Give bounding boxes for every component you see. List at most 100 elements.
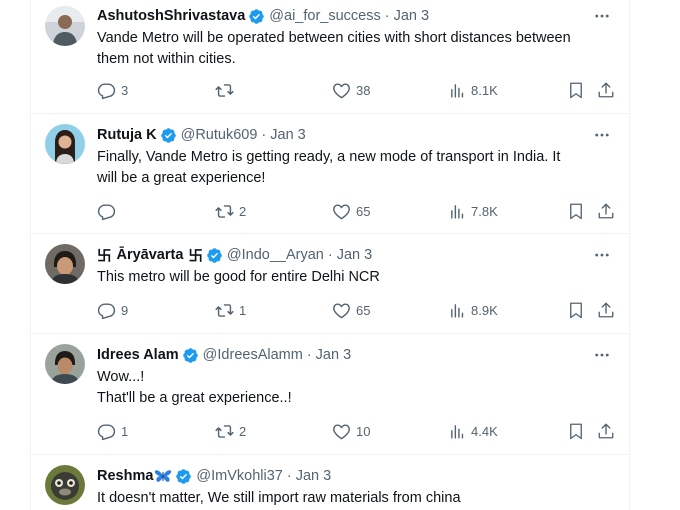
reply-button[interactable]: 1 xyxy=(97,421,128,441)
author-handle[interactable]: @Rutuk609 xyxy=(181,127,258,143)
bar-chart-icon xyxy=(449,203,466,220)
bookmark-button[interactable] xyxy=(567,421,585,441)
author-handle[interactable]: @IdreesAlamm xyxy=(203,347,303,363)
verified-badge-icon xyxy=(175,468,192,485)
verified-badge-icon xyxy=(160,127,177,144)
avatar[interactable] xyxy=(45,344,85,384)
tweet-text: Finally, Vande Metro is getting ready, a… xyxy=(97,147,617,189)
tweet-text-line: Finally, Vande Metro is getting ready, a… xyxy=(97,149,561,165)
separator-dot: · xyxy=(327,247,333,263)
author-name[interactable]: Reshma xyxy=(97,468,153,484)
share-upload-icon xyxy=(597,202,615,220)
author-handle[interactable]: @Indo__Aryan xyxy=(227,247,324,263)
tweet-text-line: Vande Metro will be operated between cit… xyxy=(97,30,571,46)
tweet-text: Vande Metro will be operated between cit… xyxy=(97,28,617,70)
view-count: 4.4K xyxy=(471,423,498,439)
avatar[interactable] xyxy=(45,244,85,284)
author-handle[interactable]: @ai_for_success xyxy=(269,8,380,24)
tweet[interactable]: AshutoshShrivastava @ai_for_success · Ja… xyxy=(31,0,629,114)
more-options-button[interactable] xyxy=(591,6,613,26)
retweet-count: 1 xyxy=(239,302,247,318)
reply-button[interactable]: 9 xyxy=(97,300,128,320)
tweet-actions: 2 65 7.8K xyxy=(97,201,621,221)
tweet-date[interactable]: Jan 3 xyxy=(296,468,331,484)
more-options-button[interactable] xyxy=(591,245,613,265)
author-name[interactable]: Āryāvarta xyxy=(117,247,184,263)
tweet-header: AshutoshShrivastava @ai_for_success · Ja… xyxy=(97,6,429,26)
tweet-text-line: That'll be a great experience..! xyxy=(97,390,292,406)
bar-chart-icon xyxy=(449,82,466,99)
more-dots-icon xyxy=(593,126,611,144)
reply-button[interactable]: 3 xyxy=(97,80,128,100)
tweet-date[interactable]: Jan 3 xyxy=(337,247,372,263)
bookmark-button[interactable] xyxy=(567,80,585,100)
tweet-date[interactable]: Jan 3 xyxy=(394,8,429,24)
like-button[interactable]: 65 xyxy=(332,300,370,320)
more-dots-icon xyxy=(593,246,611,264)
retweet-arrows-icon xyxy=(215,81,234,100)
retweet-arrows-icon xyxy=(215,202,234,221)
bookmark-icon xyxy=(567,301,585,319)
views-button[interactable]: 8.1K xyxy=(449,80,498,100)
retweet-button[interactable] xyxy=(215,80,234,100)
like-button[interactable]: 65 xyxy=(332,201,370,221)
tweet-header: Rutuja K @Rutuk609 · Jan 3 xyxy=(97,125,306,145)
avatar[interactable] xyxy=(45,6,85,46)
like-count: 65 xyxy=(356,302,371,318)
retweet-arrows-icon xyxy=(215,422,234,441)
author-name-suffix-symbol: 卐 xyxy=(188,248,203,265)
views-button[interactable]: 7.8K xyxy=(449,201,498,221)
verified-badge-icon xyxy=(206,247,223,264)
retweet-count: 2 xyxy=(239,203,247,219)
verified-badge-icon xyxy=(182,347,199,364)
more-options-button[interactable] xyxy=(591,345,613,365)
bookmark-button[interactable] xyxy=(567,300,585,320)
bookmark-button[interactable] xyxy=(567,201,585,221)
like-button[interactable]: 38 xyxy=(332,80,370,100)
more-dots-icon xyxy=(593,7,611,25)
bar-chart-icon xyxy=(449,302,466,319)
more-dots-icon xyxy=(593,346,611,364)
like-count: 65 xyxy=(356,203,371,219)
tweet-date[interactable]: Jan 3 xyxy=(270,127,305,143)
views-button[interactable]: 8.9K xyxy=(449,300,498,320)
tweet[interactable]: Idrees Alam @IdreesAlamm · Jan 3 Wow...!… xyxy=(31,334,629,455)
author-handle[interactable]: @ImVkohli37 xyxy=(196,468,282,484)
like-button[interactable]: 10 xyxy=(332,421,370,441)
views-button[interactable]: 4.4K xyxy=(449,421,498,441)
tweet-actions: 3 38 8.1K xyxy=(97,80,621,100)
heart-icon xyxy=(332,202,351,221)
more-options-button[interactable] xyxy=(591,125,613,145)
like-count: 10 xyxy=(356,423,371,439)
author-name[interactable]: AshutoshShrivastava xyxy=(97,8,245,24)
retweet-count: 2 xyxy=(239,423,247,439)
share-button[interactable] xyxy=(597,300,615,320)
tweet[interactable]: Reshma @ImVkohli37 · Jan 3 It doesn't ma… xyxy=(31,455,629,510)
tweet[interactable]: Rutuja K @Rutuk609 · Jan 3 Finally, Vand… xyxy=(31,114,629,234)
butterfly-emoji-icon xyxy=(154,468,172,484)
author-name[interactable]: Idrees Alam xyxy=(97,347,179,363)
share-button[interactable] xyxy=(597,421,615,441)
retweet-button[interactable]: 2 xyxy=(215,201,246,221)
tweet-text: Wow...! That'll be a great experience..! xyxy=(97,367,617,409)
tweet-feed: AshutoshShrivastava @ai_for_success · Ja… xyxy=(30,0,630,510)
tweet[interactable]: 卐 Āryāvarta 卐 @Indo__Aryan · Jan 3 This … xyxy=(31,234,629,334)
tweet-text-line: will be a great experience! xyxy=(97,170,266,186)
reply-button[interactable] xyxy=(97,201,116,221)
like-count: 38 xyxy=(356,82,371,98)
reply-bubble-icon xyxy=(97,422,116,441)
retweet-arrows-icon xyxy=(215,301,234,320)
avatar[interactable] xyxy=(45,465,85,505)
separator-dot: · xyxy=(384,8,390,24)
avatar[interactable] xyxy=(45,124,85,164)
reply-count: 3 xyxy=(121,82,129,98)
share-button[interactable] xyxy=(597,201,615,221)
tweet-date[interactable]: Jan 3 xyxy=(316,347,351,363)
bar-chart-icon xyxy=(449,423,466,440)
retweet-button[interactable]: 1 xyxy=(215,300,246,320)
heart-icon xyxy=(332,301,351,320)
retweet-button[interactable]: 2 xyxy=(215,421,246,441)
reply-bubble-icon xyxy=(97,202,116,221)
author-name[interactable]: Rutuja K xyxy=(97,127,157,143)
share-button[interactable] xyxy=(597,80,615,100)
